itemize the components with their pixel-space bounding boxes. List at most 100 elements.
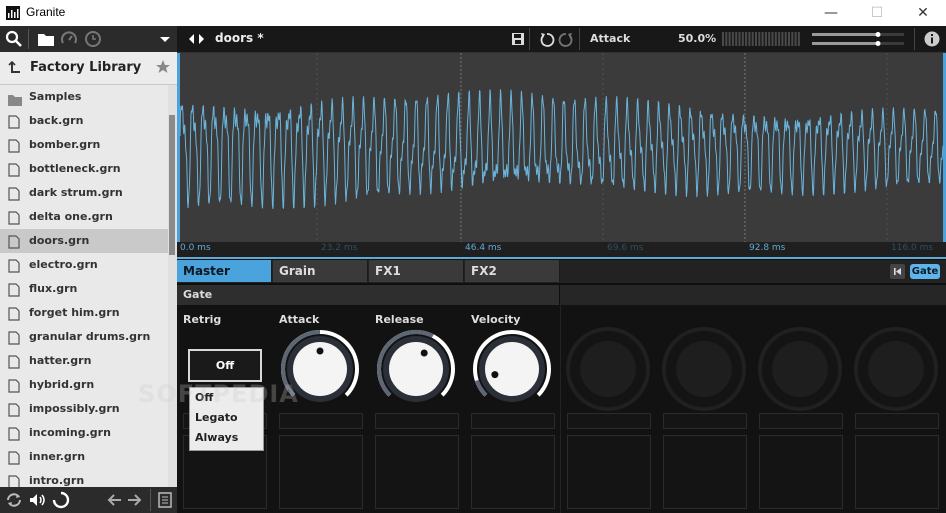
empty-knob (662, 327, 746, 411)
file-item[interactable]: delta one.grn (0, 205, 168, 229)
skip-back-icon[interactable] (890, 264, 905, 282)
tab-fx2[interactable]: FX2 (465, 260, 560, 282)
value-slot (663, 413, 747, 429)
mod-pad[interactable] (279, 435, 363, 509)
time-label: 92.8 ms (749, 243, 786, 253)
patch-name[interactable]: doors * (215, 31, 264, 45)
info-icon[interactable] (923, 30, 941, 51)
file-item[interactable]: hatter.grn (0, 349, 168, 373)
file-item[interactable]: forget him.grn (0, 301, 168, 325)
file-icon (8, 330, 20, 345)
file-icon (8, 210, 20, 225)
release-label: Release (375, 313, 424, 326)
waveform-display[interactable] (177, 53, 946, 242)
file-item[interactable]: granular drums.grn (0, 325, 168, 349)
volume-slider[interactable] (812, 30, 907, 51)
tab-grain[interactable]: Grain (273, 260, 368, 282)
file-list-scrollbar[interactable] (168, 85, 177, 487)
value-slot (759, 413, 843, 429)
refresh-icon[interactable] (5, 491, 23, 512)
watermark: SOFTPEDIA (138, 380, 299, 408)
mod-pad[interactable] (471, 435, 555, 509)
file-name: flux.grn (29, 282, 78, 295)
maximize-button[interactable]: ☐ (854, 0, 900, 26)
file-icon (8, 426, 20, 441)
folder-icon (8, 91, 22, 106)
file-icon (8, 234, 20, 249)
empty-knob (854, 327, 938, 411)
speaker-icon[interactable] (28, 491, 46, 512)
mod-pad[interactable] (759, 435, 843, 509)
file-icon (8, 306, 20, 321)
file-item[interactable]: intro.grn (0, 469, 168, 487)
mod-pad[interactable] (663, 435, 747, 509)
file-icon (8, 378, 20, 393)
tab-master[interactable]: Master (177, 260, 272, 282)
patch-toolbar: doors * Attack 50.0% (177, 26, 946, 53)
minimize-button[interactable]: — (808, 0, 854, 26)
file-item[interactable]: electro.grn (0, 253, 168, 277)
dropdown-option-always[interactable]: Always (190, 428, 263, 448)
library-bottom-toolbar (0, 487, 177, 513)
file-name: impossibly.grn (29, 402, 120, 415)
file-icon (8, 186, 20, 201)
time-label: 116.0 ms (891, 243, 934, 253)
scrollbar-thumb[interactable] (169, 115, 175, 255)
toolbar-divider (150, 489, 151, 511)
dropdown-option-legato[interactable]: Legato (190, 408, 263, 428)
file-item[interactable]: bottleneck.grn (0, 157, 168, 181)
gate-button[interactable]: Gate (910, 264, 940, 279)
file-item[interactable]: dark strum.grn (0, 181, 168, 205)
file-item[interactable]: incoming.grn (0, 421, 168, 445)
up-level-icon[interactable] (8, 60, 22, 79)
velocity-knob[interactable] (473, 330, 551, 402)
library-header[interactable]: Factory Library (0, 52, 177, 85)
waveform-svg (177, 53, 946, 242)
file-item[interactable]: inner.grn (0, 445, 168, 469)
clock-icon[interactable] (84, 30, 102, 48)
time-label: 69.6 ms (607, 243, 644, 253)
folder-icon[interactable] (37, 30, 55, 48)
mod-pad[interactable] (375, 435, 459, 509)
mod-pad[interactable] (855, 435, 939, 509)
time-label: 46.4 ms (465, 243, 502, 253)
save-icon[interactable] (511, 32, 525, 49)
favorite-star-icon[interactable] (155, 59, 171, 78)
file-item[interactable]: bomber.grn (0, 133, 168, 157)
dropdown-arrow-icon[interactable] (156, 30, 174, 48)
patch-prev-next-icon[interactable] (187, 32, 207, 49)
release-knob[interactable] (377, 330, 455, 402)
file-list: Samples back.grn bomber.grn bottleneck.grn… (0, 85, 168, 487)
redo-icon[interactable] (558, 31, 574, 50)
section-header-empty (560, 285, 946, 305)
file-name: forget him.grn (29, 306, 120, 319)
mod-pad[interactable] (567, 435, 651, 509)
section-header: Gate (177, 285, 559, 305)
time-label: 0.0 ms (180, 243, 211, 253)
file-item[interactable]: back.grn (0, 109, 168, 133)
toolbar-divider (914, 28, 915, 50)
file-item[interactable]: flux.grn (0, 277, 168, 301)
file-name: granular drums.grn (29, 330, 151, 343)
parameter-value: 50.0% (678, 32, 717, 45)
level-meter (722, 32, 802, 46)
arrow-right-icon[interactable] (126, 491, 142, 512)
file-icon (8, 474, 20, 487)
file-name: delta one.grn (29, 210, 113, 223)
library-toolbar (0, 26, 177, 52)
gauge-icon[interactable] (60, 30, 78, 48)
empty-knob (758, 327, 842, 411)
arrow-left-icon[interactable] (107, 491, 123, 512)
value-slot (375, 413, 459, 429)
file-item[interactable]: doors.grn (0, 229, 168, 253)
value-slot (855, 413, 939, 429)
file-name: incoming.grn (29, 426, 111, 439)
time-ruler[interactable]: 0.0 ms 23.2 ms 46.4 ms 69.6 ms 92.8 ms 1… (177, 242, 946, 259)
notes-icon[interactable] (157, 491, 173, 512)
search-icon[interactable] (5, 30, 23, 48)
tab-fx1[interactable]: FX1 (369, 260, 464, 282)
folder-item-samples[interactable]: Samples (0, 85, 168, 109)
undo-icon[interactable] (539, 31, 555, 50)
close-button[interactable]: ✕ (900, 0, 946, 26)
velocity-label: Velocity (471, 313, 521, 326)
